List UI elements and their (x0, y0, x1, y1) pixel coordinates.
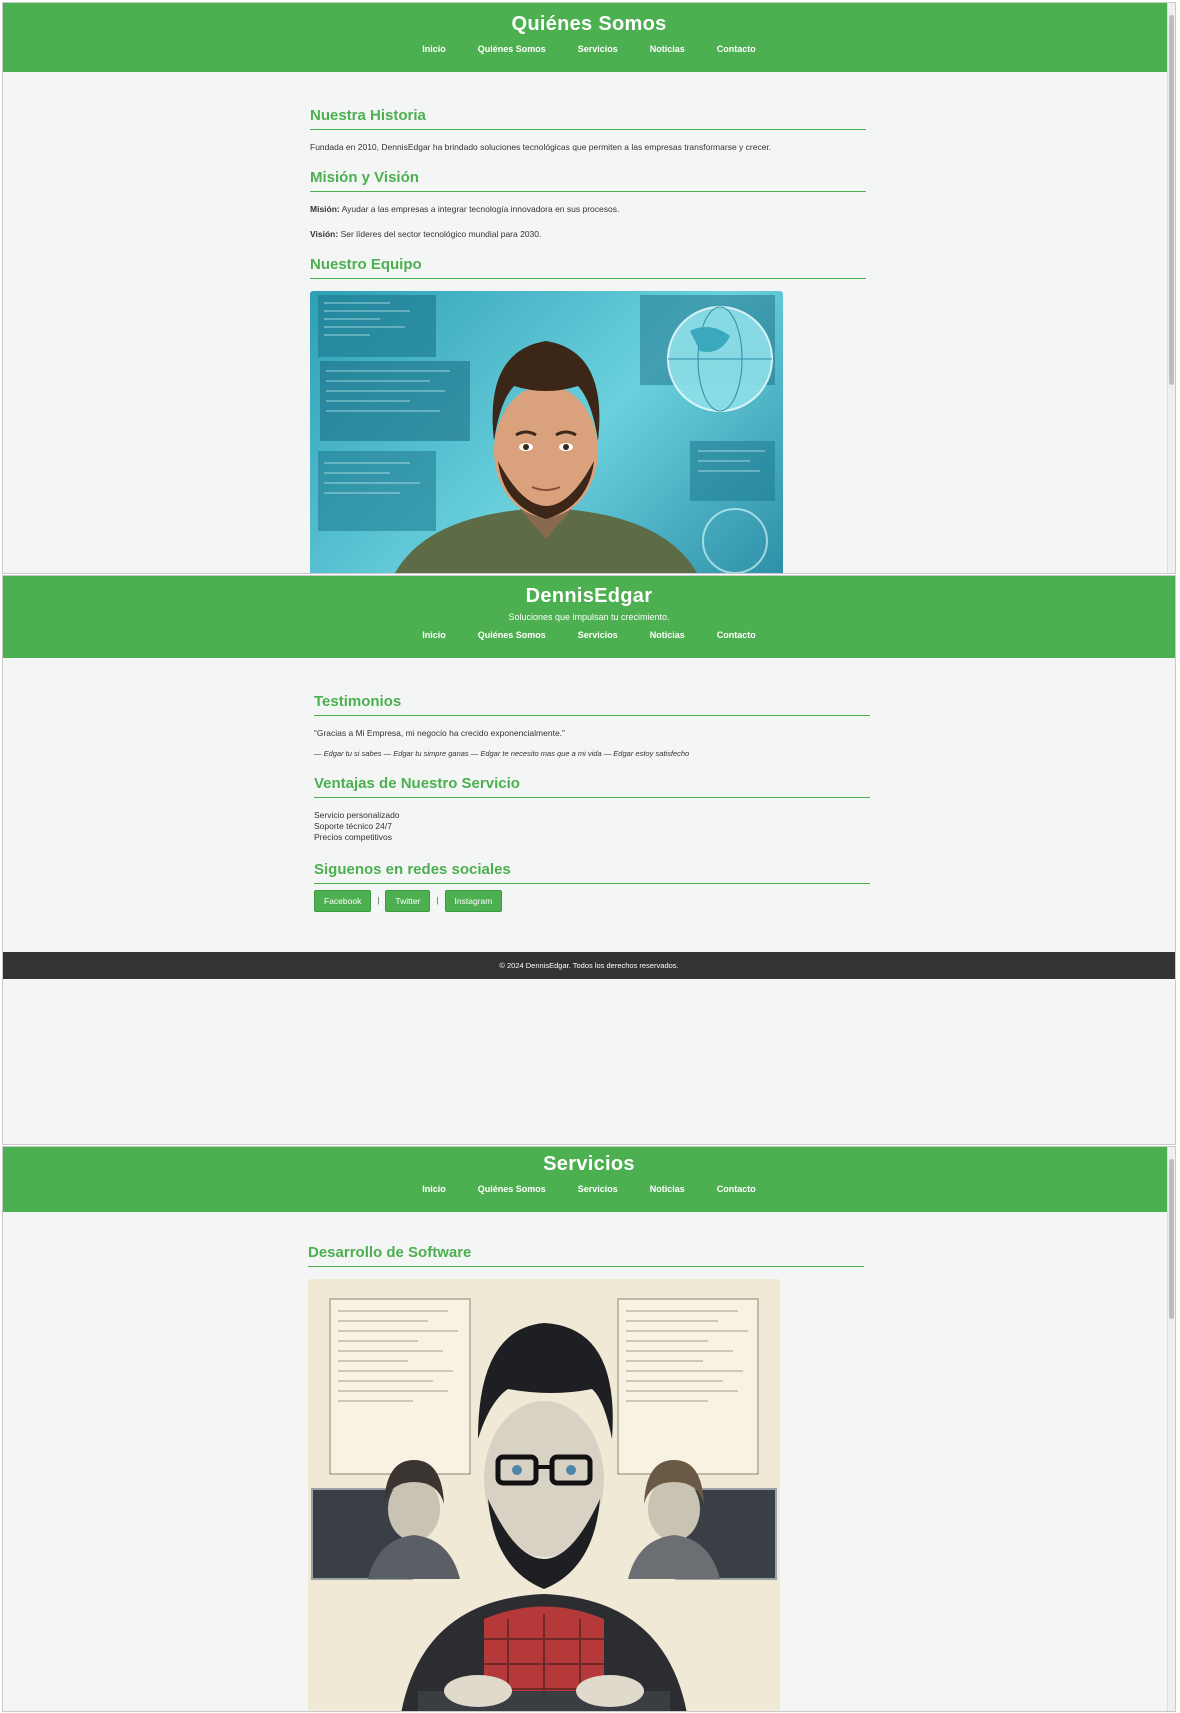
nav-noticias[interactable]: Noticias (650, 630, 685, 640)
main-nav: Inicio Quiénes Somos Servicios Noticias … (3, 630, 1175, 640)
servicios-page: Servicios Inicio Quiénes Somos Servicios… (2, 1146, 1176, 1712)
desarrollo-heading: Desarrollo de Software (308, 1244, 864, 1267)
team-illustration-art (318, 295, 775, 573)
nav-servicios[interactable]: Servicios (578, 630, 618, 640)
main-nav: Inicio Quiénes Somos Servicios Noticias … (3, 1184, 1175, 1194)
main-content: Testimonios “Gracias a Mi Empresa, mi ne… (314, 693, 870, 912)
software-illustration (308, 1279, 780, 1711)
nav-inicio[interactable]: Inicio (422, 1184, 446, 1194)
social-heading: Siguenos en redes sociales (314, 861, 870, 884)
main-content: Nuestra Historia Fundada en 2010, Dennis… (310, 107, 866, 573)
nav-noticias[interactable]: Noticias (650, 44, 685, 54)
site-header: DennisEdgar Soluciones que impulsan tu c… (3, 576, 1175, 658)
mision-value: Ayudar a las empresas a integrar tecnolo… (341, 204, 620, 215)
testimonio-quote: “Gracias a Mi Empresa, mi negocio ha cre… (314, 728, 565, 738)
home-page: DennisEdgar Soluciones que impulsan tu c… (2, 575, 1176, 1145)
footer-copyright: © 2024 DennisEdgar. Todos los derechos r… (499, 961, 679, 970)
vision-text: Visión: Ser líderes del sector tecnológi… (310, 229, 866, 240)
nav-contacto[interactable]: Contacto (717, 44, 756, 54)
page-title: Quiénes Somos (511, 13, 667, 35)
nav-quienes-somos[interactable]: Quiénes Somos (478, 1184, 546, 1194)
testimonios-heading: Testimonios (314, 693, 870, 716)
nav-inicio[interactable]: Inicio (422, 630, 446, 640)
team-illustration (310, 291, 783, 573)
equipo-heading: Nuestro Equipo (310, 256, 866, 280)
separator: | (377, 896, 380, 906)
instagram-button[interactable]: Instagram (444, 889, 503, 912)
page-title: Servicios (543, 1153, 635, 1175)
ventaja-item: Soporte técnico 24/7 (314, 820, 392, 831)
scrollbar-thumb[interactable] (1169, 15, 1174, 385)
social-links: Facebook | Twitter | Instagram (314, 889, 870, 912)
mision-heading: Misión y Visión (310, 169, 866, 193)
site-header: Servicios Inicio Quiénes Somos Servicios… (3, 1147, 1175, 1212)
nav-quienes-somos[interactable]: Quiénes Somos (478, 44, 546, 54)
main-content: Desarrollo de Software (308, 1244, 864, 1711)
vision-label: Visión: (310, 229, 339, 240)
nav-quienes-somos[interactable]: Quiénes Somos (478, 630, 546, 640)
testimonio-authors: — Edgar tu si sabes — Edgar tu simpre ga… (314, 749, 690, 759)
nav-contacto[interactable]: Contacto (717, 630, 756, 640)
ventajas-heading: Ventajas de Nuestro Servicio (314, 775, 870, 798)
mision-text: Misión: Ayudar a las empresas a integrar… (310, 204, 866, 215)
scrollbar[interactable] (1167, 1147, 1175, 1711)
separator: | (436, 896, 439, 906)
scrollbar-thumb[interactable] (1169, 1159, 1174, 1319)
vision-value: Ser líderes del sector tecnológico mundi… (340, 229, 542, 240)
quienes-somos-page: Quiénes Somos Inicio Quiénes Somos Servi… (2, 2, 1176, 574)
software-illustration-art (311, 1298, 777, 1711)
nav-inicio[interactable]: Inicio (422, 44, 446, 54)
ventaja-item: Precios competitivos (314, 831, 392, 842)
facebook-button[interactable]: Facebook (314, 889, 372, 912)
nav-noticias[interactable]: Noticias (650, 1184, 685, 1194)
mision-label: Misión: (310, 204, 340, 215)
nav-servicios[interactable]: Servicios (578, 44, 618, 54)
site-footer: © 2024 DennisEdgar. Todos los derechos r… (3, 952, 1175, 979)
brand-title: DennisEdgar (525, 585, 653, 607)
historia-heading: Nuestra Historia (310, 107, 866, 130)
nav-servicios[interactable]: Servicios (578, 1184, 618, 1194)
site-header: Quiénes Somos Inicio Quiénes Somos Servi… (3, 3, 1175, 72)
scrollbar[interactable] (1167, 3, 1175, 573)
historia-text: Fundada en 2010, DennisEdgar ha brindado… (310, 142, 772, 152)
brand-subtitle: Soluciones que impulsan tu crecimiento. (508, 612, 670, 622)
ventaja-item: Servicio personalizado (314, 809, 400, 820)
main-nav: Inicio Quiénes Somos Servicios Noticias … (3, 44, 1175, 54)
twitter-button[interactable]: Twitter (385, 889, 431, 912)
nav-contacto[interactable]: Contacto (717, 1184, 756, 1194)
